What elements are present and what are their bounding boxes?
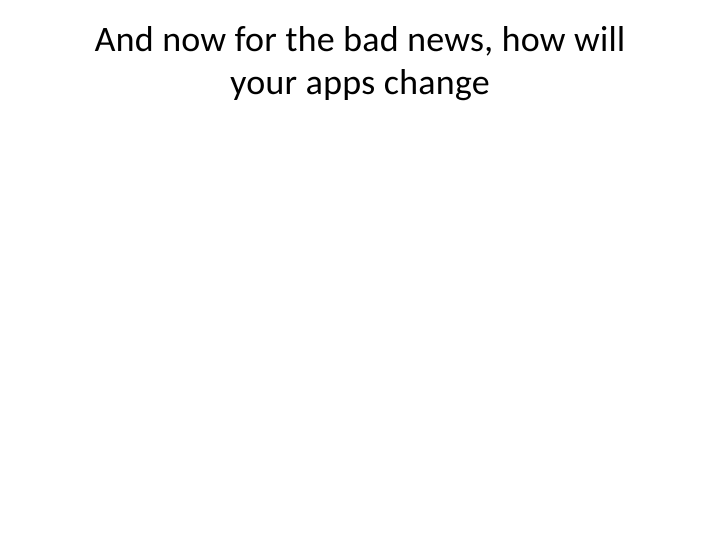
slide-container: And now for the bad news, how will your … bbox=[0, 0, 720, 540]
slide-title: And now for the bad news, how will your … bbox=[60, 18, 660, 104]
